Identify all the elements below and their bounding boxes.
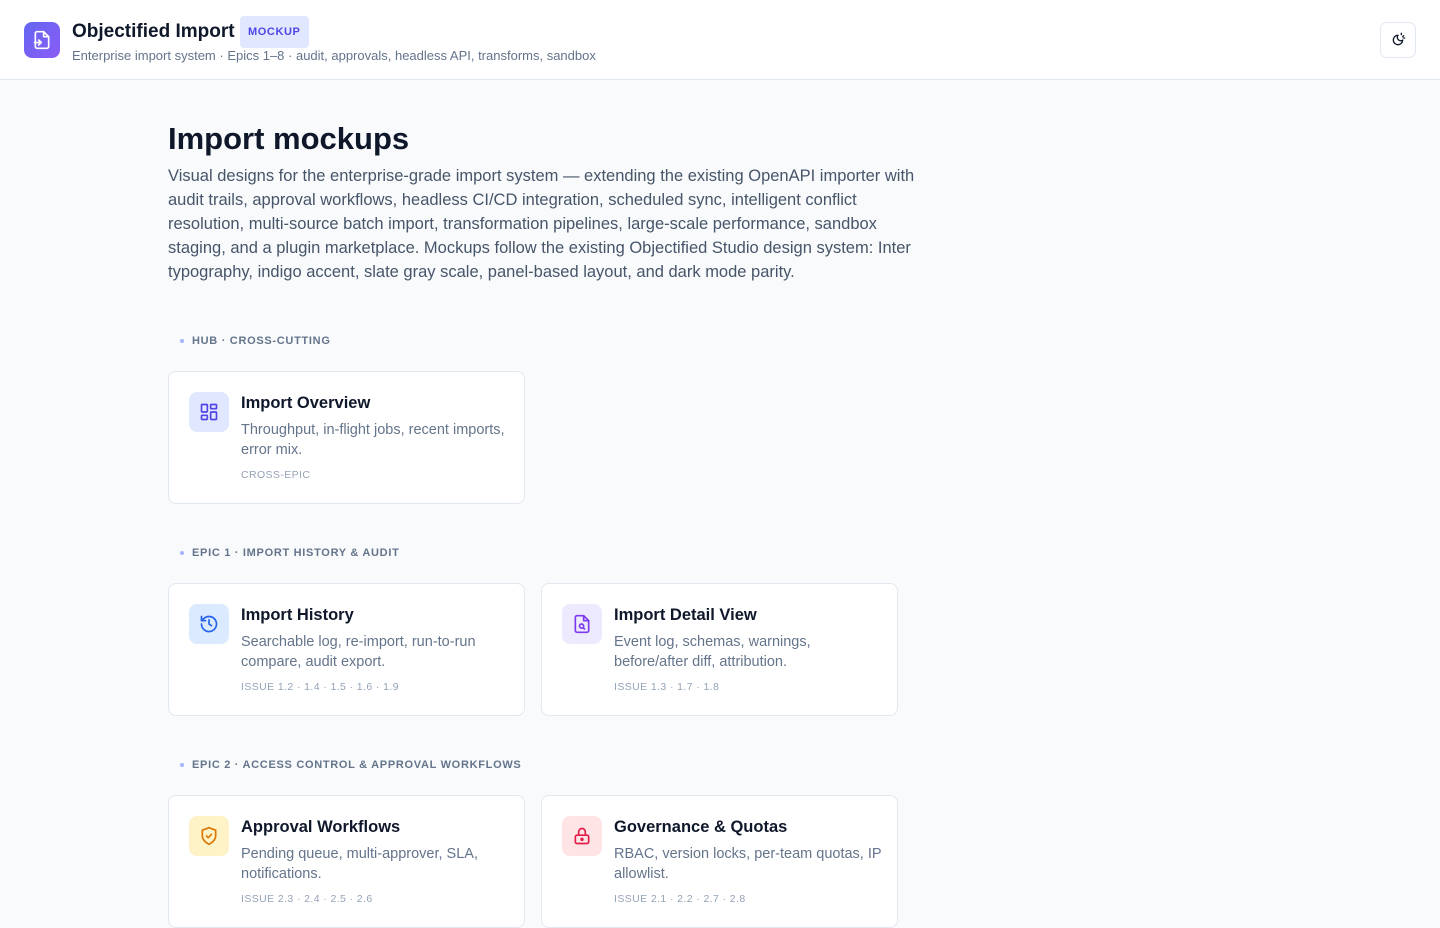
section-hub: HUB · CROSS-CUTTING Import Overview Thro…	[168, 334, 525, 504]
card-description: Pending queue, multi-approver, SLA, noti…	[241, 846, 478, 882]
file-search-icon	[562, 604, 602, 644]
section-label: EPIC 2 · ACCESS CONTROL & APPROVAL WORKF…	[168, 758, 521, 772]
card-title: Governance & Quotas	[614, 818, 788, 836]
main-content: Import mockups Visual designs for the en…	[168, 80, 928, 928]
card-title: Import Overview	[241, 394, 371, 412]
card-tag: ISSUE 1.2 · 1.4 · 1.5 · 1.6 · 1.9	[241, 681, 399, 693]
app-subtitle: Enterprise import system · Epics 1–8 · a…	[72, 48, 596, 63]
section-epic-1: EPIC 1 · IMPORT HISTORY & AUDIT Import H…	[168, 546, 898, 716]
card-title: Import History	[241, 606, 354, 624]
page-description: Visual designs for the enterprise-grade …	[168, 167, 915, 281]
dashboard-grid-icon	[189, 392, 229, 432]
shield-check-icon	[189, 816, 229, 856]
bullet-dot	[180, 763, 184, 767]
section-epic-2: EPIC 2 · ACCESS CONTROL & APPROVAL WORKF…	[168, 758, 898, 928]
card-tag: ISSUE 2.1 · 2.2 · 2.7 · 2.8	[614, 893, 746, 905]
mockup-badge: MOCKUP	[240, 16, 309, 48]
card-description: Event log, schemas, warnings, before/aft…	[614, 634, 811, 670]
card-title: Import Detail View	[614, 606, 757, 624]
bullet-dot	[180, 339, 184, 343]
card-governance-quotas[interactable]: Governance & Quotas RBAC, version locks,…	[541, 795, 898, 928]
history-icon	[189, 604, 229, 644]
app-title: Objectified Import	[72, 21, 235, 42]
card-title: Approval Workflows	[241, 818, 401, 836]
card-import-history[interactable]: Import History Searchable log, re-import…	[168, 583, 525, 716]
card-description: RBAC, version locks, per-team quotas, IP…	[614, 846, 882, 882]
card-tag: ISSUE 1.3 · 1.7 · 1.8	[614, 681, 720, 693]
theme-toggle-button[interactable]	[1380, 22, 1416, 58]
card-description: Searchable log, re-import, run-to-run co…	[241, 634, 476, 670]
section-label: EPIC 1 · IMPORT HISTORY & AUDIT	[168, 546, 400, 560]
import-file-icon[interactable]	[24, 22, 60, 58]
card-import-overview[interactable]: Import Overview Throughput, in-flight jo…	[168, 371, 525, 504]
top-bar: Objectified Import MOCKUP Enterprise imp…	[0, 0, 1440, 80]
bullet-dot	[180, 551, 184, 555]
card-import-detail-view[interactable]: Import Detail View Event log, schemas, w…	[541, 583, 898, 716]
theme-toggle-icon	[1392, 32, 1406, 46]
card-description: Throughput, in-flight jobs, recent impor…	[241, 422, 505, 458]
card-approval-workflows[interactable]: Approval Workflows Pending queue, multi-…	[168, 795, 525, 928]
section-label: HUB · CROSS-CUTTING	[168, 334, 331, 348]
card-tag: CROSS-EPIC	[241, 469, 311, 481]
lock-icon	[562, 816, 602, 856]
page-title: Import mockups	[168, 121, 410, 156]
card-tag: ISSUE 2.3 · 2.4 · 2.5 · 2.6	[241, 893, 373, 905]
